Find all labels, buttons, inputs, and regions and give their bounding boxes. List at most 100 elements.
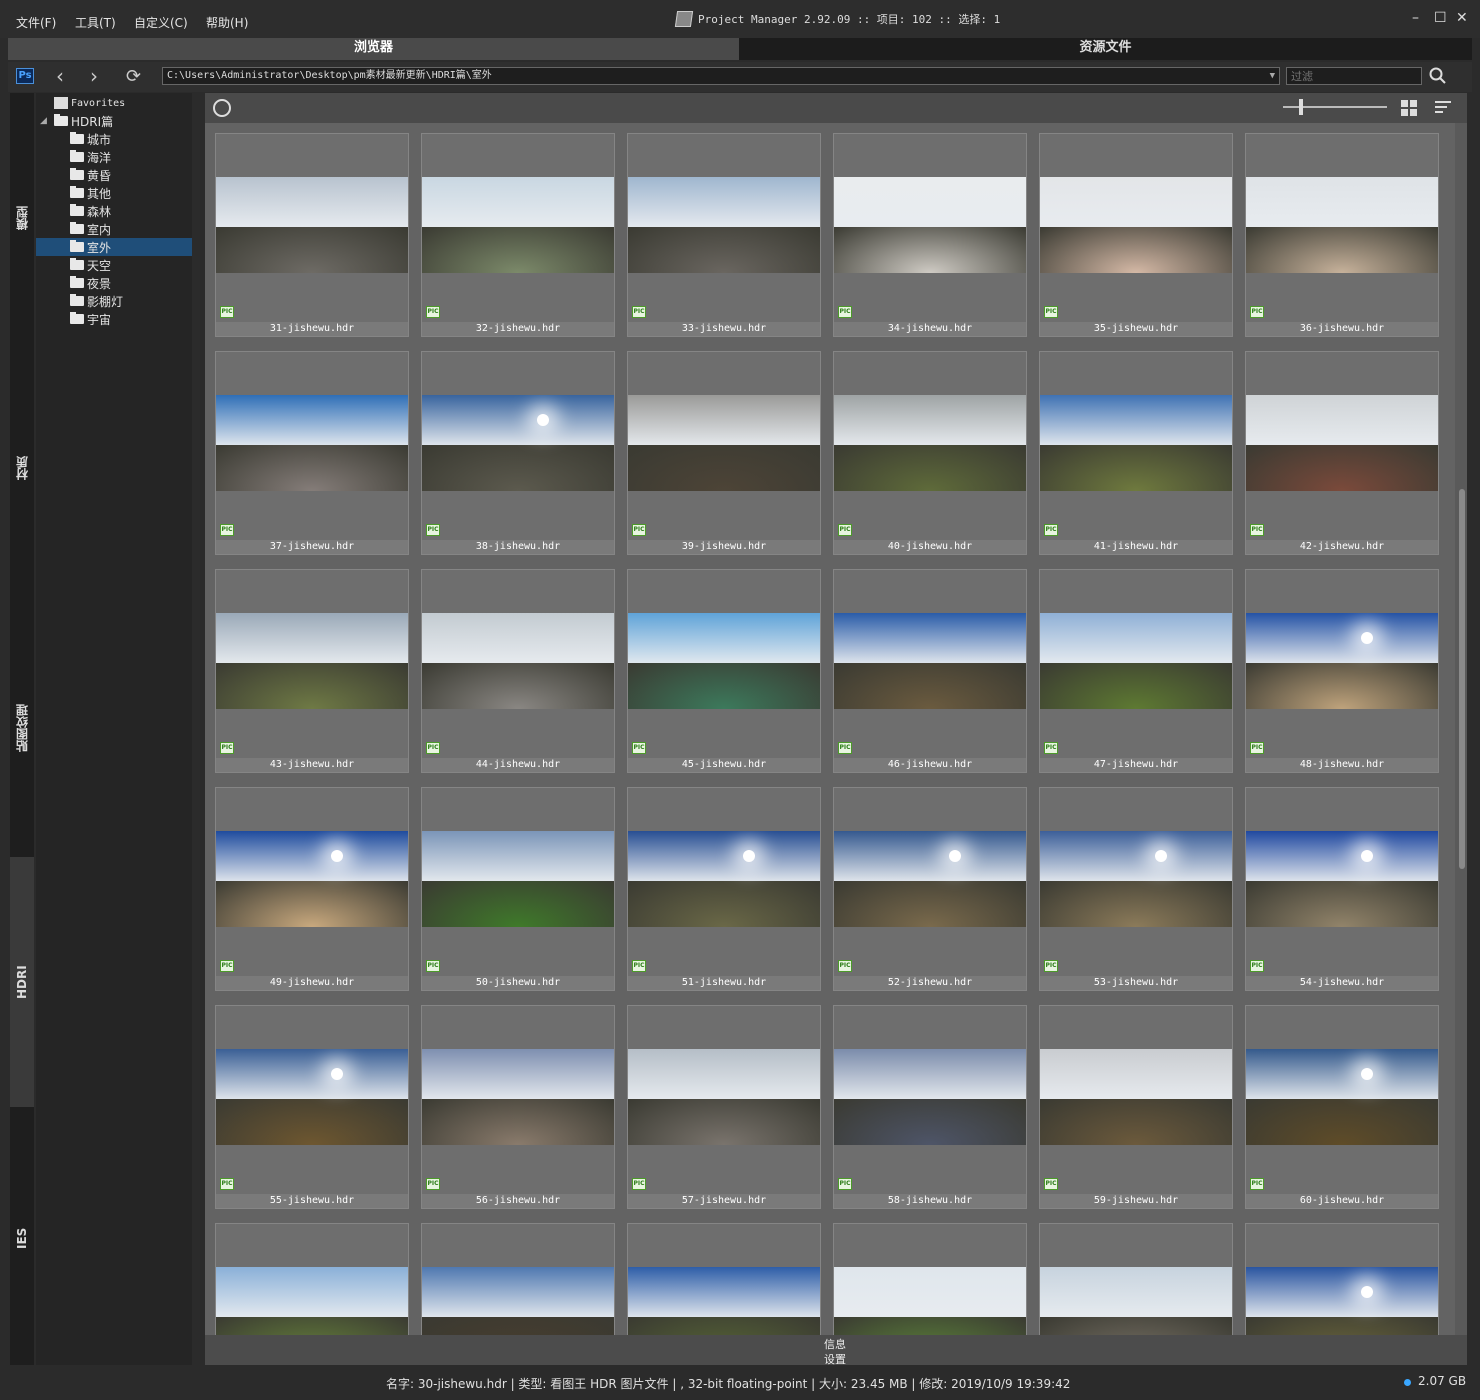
- thumbnail-card[interactable]: PIC 43-jishewu.hdr: [215, 569, 409, 773]
- thumbnail-card[interactable]: PIC 34-jishewu.hdr: [833, 133, 1027, 337]
- hdr-thumbnail[interactable]: [1040, 831, 1232, 927]
- thumbnail-card[interactable]: PIC 48-jishewu.hdr: [1245, 569, 1439, 773]
- tree-item-folder[interactable]: 其他: [36, 184, 192, 202]
- vtab-models[interactable]: 模型: [10, 173, 34, 263]
- tab-assets[interactable]: 资源文件: [739, 38, 1472, 60]
- thumbnail-card[interactable]: [215, 1223, 409, 1335]
- minimize-button[interactable]: –: [1412, 10, 1419, 26]
- hdr-thumbnail[interactable]: [1246, 395, 1438, 491]
- tree-item-folder[interactable]: 宇宙: [36, 310, 192, 328]
- thumbnail-card[interactable]: [833, 1223, 1027, 1335]
- tree-item-folder[interactable]: 城市: [36, 130, 192, 148]
- settings-tab[interactable]: 设置: [805, 1351, 865, 1367]
- thumbnail-card[interactable]: PIC 36-jishewu.hdr: [1245, 133, 1439, 337]
- tab-browser[interactable]: 浏览器: [8, 38, 739, 60]
- hdr-thumbnail[interactable]: [628, 1267, 820, 1335]
- vtab-hdri[interactable]: HDRI: [10, 857, 34, 1107]
- tree-item-folder[interactable]: 黄昏: [36, 166, 192, 184]
- thumbnail-card[interactable]: PIC 45-jishewu.hdr: [627, 569, 821, 773]
- thumbnail-card[interactable]: PIC 56-jishewu.hdr: [421, 1005, 615, 1209]
- add-refresh-icon[interactable]: [213, 99, 231, 117]
- thumbnail-card[interactable]: PIC 50-jishewu.hdr: [421, 787, 615, 991]
- back-icon[interactable]: ‹: [56, 64, 64, 88]
- thumbnail-card[interactable]: PIC 54-jishewu.hdr: [1245, 787, 1439, 991]
- menu-help[interactable]: 帮助(H): [206, 14, 248, 31]
- hdr-thumbnail[interactable]: [422, 177, 614, 273]
- filter-input[interactable]: [1286, 67, 1422, 85]
- thumbnail-card[interactable]: [421, 1223, 615, 1335]
- path-input[interactable]: C:\Users\Administrator\Desktop\pm素材最新更新\…: [162, 67, 1280, 85]
- thumbnail-card[interactable]: PIC 59-jishewu.hdr: [1039, 1005, 1233, 1209]
- hdr-thumbnail[interactable]: [1246, 1267, 1438, 1335]
- forward-icon[interactable]: ›: [90, 64, 98, 88]
- thumbnail-card[interactable]: PIC 52-jishewu.hdr: [833, 787, 1027, 991]
- thumbnail-card[interactable]: PIC 57-jishewu.hdr: [627, 1005, 821, 1209]
- tree-item-folder[interactable]: 海洋: [36, 148, 192, 166]
- hdr-thumbnail[interactable]: [628, 613, 820, 709]
- hdr-thumbnail[interactable]: [628, 831, 820, 927]
- tree-item-folder[interactable]: 天空: [36, 256, 192, 274]
- thumbnail-card[interactable]: PIC 49-jishewu.hdr: [215, 787, 409, 991]
- refresh-icon[interactable]: ⟳: [126, 66, 141, 87]
- hdr-thumbnail[interactable]: [628, 395, 820, 491]
- hdr-thumbnail[interactable]: [1040, 395, 1232, 491]
- thumbnail-card[interactable]: [1039, 1223, 1233, 1335]
- thumbnail-card[interactable]: PIC 38-jishewu.hdr: [421, 351, 615, 555]
- hdr-thumbnail[interactable]: [1040, 177, 1232, 273]
- thumbnail-card[interactable]: PIC 37-jishewu.hdr: [215, 351, 409, 555]
- thumbnail-card[interactable]: PIC 51-jishewu.hdr: [627, 787, 821, 991]
- search-icon[interactable]: [1428, 66, 1448, 86]
- hdr-thumbnail[interactable]: [628, 1049, 820, 1145]
- hdr-thumbnail[interactable]: [422, 1267, 614, 1335]
- hdr-thumbnail[interactable]: [216, 177, 408, 273]
- tree-item-folder[interactable]: 室内: [36, 220, 192, 238]
- hdr-thumbnail[interactable]: [216, 1049, 408, 1145]
- hdr-thumbnail[interactable]: [1040, 1267, 1232, 1335]
- close-button[interactable]: ✕: [1456, 10, 1468, 26]
- thumbnail-card[interactable]: PIC 33-jishewu.hdr: [627, 133, 821, 337]
- thumbnail-card[interactable]: PIC 46-jishewu.hdr: [833, 569, 1027, 773]
- thumbnail-card[interactable]: PIC 58-jishewu.hdr: [833, 1005, 1027, 1209]
- thumbnail-card[interactable]: [1245, 1223, 1439, 1335]
- tree-item-folder[interactable]: 夜景: [36, 274, 192, 292]
- thumbnail-card[interactable]: PIC 55-jishewu.hdr: [215, 1005, 409, 1209]
- vtab-textures[interactable]: 贴图纹理: [10, 673, 34, 783]
- chevron-down-icon[interactable]: ▼: [1270, 68, 1275, 84]
- hdr-thumbnail[interactable]: [834, 831, 1026, 927]
- scrollbar-thumb[interactable]: [1459, 489, 1465, 869]
- menu-customize[interactable]: 自定义(C): [134, 14, 188, 31]
- tree-item-folder[interactable]: 森林: [36, 202, 192, 220]
- info-tab[interactable]: 信息: [805, 1336, 865, 1352]
- tree-item-folder[interactable]: 影棚灯: [36, 292, 192, 310]
- thumbnail-card[interactable]: PIC 32-jishewu.hdr: [421, 133, 615, 337]
- hdr-thumbnail[interactable]: [1040, 613, 1232, 709]
- hdr-thumbnail[interactable]: [422, 1049, 614, 1145]
- thumbnail-card[interactable]: PIC 39-jishewu.hdr: [627, 351, 821, 555]
- photoshop-icon[interactable]: Ps: [16, 68, 34, 84]
- hdr-thumbnail[interactable]: [422, 395, 614, 491]
- sort-icon[interactable]: [1435, 101, 1453, 115]
- tree-item-root[interactable]: ◢ HDRI篇: [36, 112, 192, 130]
- menu-file[interactable]: 文件(F): [16, 14, 56, 31]
- hdr-thumbnail[interactable]: [1246, 831, 1438, 927]
- menu-tools[interactable]: 工具(T): [75, 14, 116, 31]
- hdr-thumbnail[interactable]: [834, 177, 1026, 273]
- thumbnail-size-slider[interactable]: [1283, 99, 1387, 115]
- thumbnail-card[interactable]: PIC 35-jishewu.hdr: [1039, 133, 1233, 337]
- tree-item-favorites[interactable]: Favorites: [36, 94, 192, 112]
- panel-splitter[interactable]: [194, 93, 204, 1365]
- hdr-thumbnail[interactable]: [1246, 613, 1438, 709]
- vertical-scrollbar[interactable]: [1457, 123, 1467, 1335]
- maximize-button[interactable]: ☐: [1434, 10, 1447, 26]
- thumbnail-card[interactable]: PIC 44-jishewu.hdr: [421, 569, 615, 773]
- vtab-materials[interactable]: 材质: [10, 423, 34, 513]
- hdr-thumbnail[interactable]: [1040, 1049, 1232, 1145]
- hdr-thumbnail[interactable]: [1246, 177, 1438, 273]
- hdr-thumbnail[interactable]: [834, 1267, 1026, 1335]
- hdr-thumbnail[interactable]: [834, 613, 1026, 709]
- thumbnail-card[interactable]: PIC 42-jishewu.hdr: [1245, 351, 1439, 555]
- hdr-thumbnail[interactable]: [422, 613, 614, 709]
- hdr-thumbnail[interactable]: [628, 177, 820, 273]
- hdr-thumbnail[interactable]: [1246, 1049, 1438, 1145]
- thumbnail-card[interactable]: PIC 47-jishewu.hdr: [1039, 569, 1233, 773]
